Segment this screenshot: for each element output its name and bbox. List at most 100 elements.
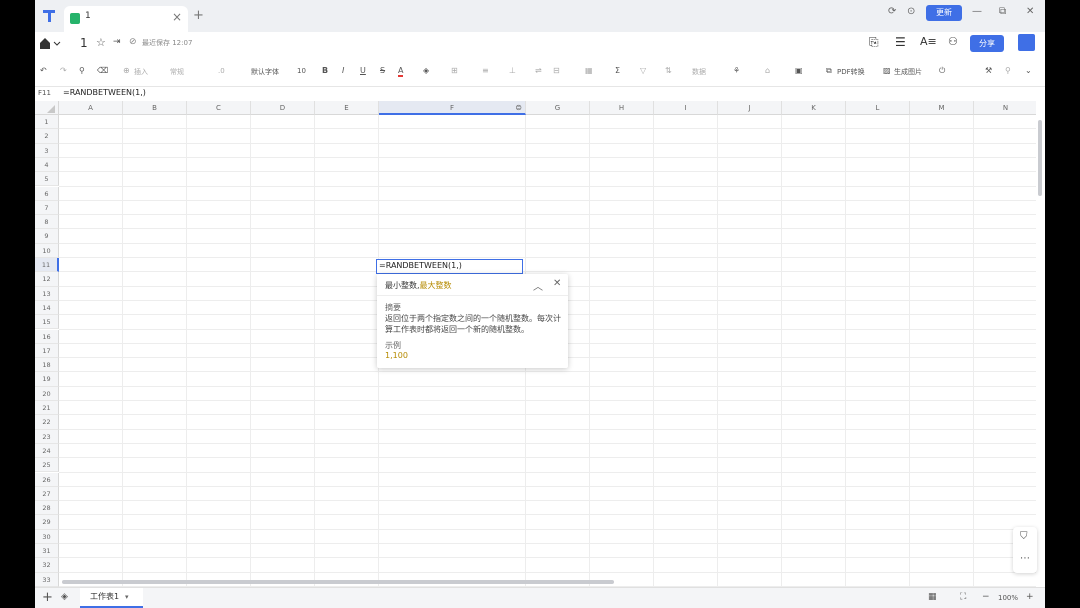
close-tooltip-icon[interactable]: ✕	[553, 278, 561, 289]
add-sheet-icon[interactable]: +	[42, 590, 53, 605]
row-header-3[interactable]: 3	[35, 143, 59, 158]
row-header-5[interactable]: 5	[35, 172, 59, 187]
column-header-h[interactable]: H	[590, 101, 654, 115]
column-header-d[interactable]: D	[251, 101, 315, 115]
merge-icon[interactable]: ⊟	[553, 66, 560, 75]
sheet-tab[interactable]: 工作表1 ▾	[80, 588, 143, 608]
freeze-icon[interactable]: ▣	[795, 66, 803, 75]
collapse-toolbar-icon[interactable]: ⌄	[1025, 66, 1032, 75]
column-header-e[interactable]: E	[315, 101, 379, 115]
underline-button[interactable]: U	[360, 66, 366, 75]
zoom-out-icon[interactable]: −	[982, 592, 990, 602]
column-header-j[interactable]: J	[718, 101, 782, 115]
row-header-30[interactable]: 30	[35, 529, 59, 544]
more-tools-icon[interactable]: ⏻	[939, 66, 945, 76]
italic-button[interactable]: I	[342, 66, 344, 75]
sum-icon[interactable]: Σ	[615, 66, 620, 75]
export-icon[interactable]: ⎘	[869, 35, 879, 50]
row-header-15[interactable]: 15	[35, 315, 59, 330]
row-header-19[interactable]: 19	[35, 372, 59, 387]
row-header-12[interactable]: 12	[35, 272, 59, 287]
redo-icon[interactable]: ↷	[60, 66, 67, 75]
view-mode-icon[interactable]: ▦	[928, 592, 937, 602]
vertical-scrollbar[interactable]	[1038, 120, 1042, 196]
row-header-18[interactable]: 18	[35, 358, 59, 373]
row-header-23[interactable]: 23	[35, 429, 59, 444]
row-header-10[interactable]: 10	[35, 243, 59, 258]
column-header-l[interactable]: L	[846, 101, 910, 115]
bold-button[interactable]: B	[322, 66, 328, 75]
star-icon[interactable]: ☆	[96, 36, 106, 49]
valign-icon[interactable]: ⊥	[509, 66, 516, 75]
column-header-b[interactable]: B	[123, 101, 187, 115]
protect-icon[interactable]: ⌂	[765, 66, 770, 75]
decimal-control[interactable]: .0	[218, 67, 225, 75]
fullscreen-icon[interactable]: ⛶	[960, 592, 966, 602]
add-collaborator-icon[interactable]: ⚇	[948, 35, 958, 48]
column-header-f[interactable]: F ⊜	[379, 101, 526, 115]
row-header-33[interactable]: 33	[35, 572, 59, 587]
row-header-28[interactable]: 28	[35, 501, 59, 516]
close-tab-icon[interactable]: ×	[172, 10, 182, 24]
strikethrough-button[interactable]: S	[380, 66, 385, 75]
search-icon[interactable]: ⚲	[1005, 66, 1011, 75]
column-header-k[interactable]: K	[782, 101, 846, 115]
data-menu[interactable]: 数据	[692, 67, 706, 77]
collapse-tooltip-icon[interactable]: ︿	[533, 278, 543, 293]
format-painter-icon[interactable]: ⚲	[79, 66, 85, 75]
home-icon[interactable]	[39, 37, 61, 51]
border-icon[interactable]: ⊞	[451, 66, 458, 75]
share-button[interactable]: 分享	[970, 35, 1004, 52]
cell-reference[interactable]: F11	[38, 89, 51, 97]
move-icon[interactable]: ⇥	[113, 37, 121, 47]
filter-icon[interactable]: ▽	[640, 66, 646, 75]
row-header-6[interactable]: 6	[35, 186, 59, 201]
clear-format-icon[interactable]: ⌫	[97, 66, 108, 75]
row-header-17[interactable]: 17	[35, 343, 59, 359]
document-tab[interactable]: 1 ×	[64, 6, 188, 32]
minimize-icon[interactable]: —	[972, 6, 982, 17]
row-header-9[interactable]: 9	[35, 229, 59, 244]
row-header-25[interactable]: 25	[35, 458, 59, 473]
font-size-select[interactable]: 10	[297, 67, 306, 75]
row-header-32[interactable]: 32	[35, 558, 59, 573]
new-tab-icon[interactable]: +	[193, 8, 204, 23]
number-format-select[interactable]: 常规	[170, 67, 184, 77]
row-header-26[interactable]: 26	[35, 472, 59, 487]
row-header-20[interactable]: 20	[35, 386, 59, 401]
row-header-1[interactable]: 1	[35, 115, 59, 130]
sheet-list-icon[interactable]: ◈	[61, 592, 68, 602]
shirt-icon[interactable]: ⛉	[1020, 531, 1028, 542]
insert-icon[interactable]: ⊕	[123, 66, 130, 75]
row-header-29[interactable]: 29	[35, 515, 59, 530]
column-header-a[interactable]: A	[59, 101, 123, 115]
row-header-4[interactable]: 4	[35, 157, 59, 173]
image-icon[interactable]: ▨	[883, 66, 891, 75]
row-header-13[interactable]: 13	[35, 286, 59, 301]
restore-icon[interactable]: ⧉	[999, 6, 1006, 17]
update-button[interactable]: 更新	[926, 5, 962, 21]
sync-icon[interactable]: ⟳	[888, 6, 896, 17]
undo-icon[interactable]: ↶	[40, 66, 47, 75]
sort-icon[interactable]: ⇅	[665, 66, 672, 75]
row-header-8[interactable]: 8	[35, 215, 59, 230]
column-filter-icon[interactable]: ⊜	[515, 101, 522, 115]
fill-color-icon[interactable]: ◈	[423, 66, 429, 75]
font-icon[interactable]: A≡	[920, 35, 937, 48]
select-all-corner[interactable]	[35, 101, 59, 115]
column-header-i[interactable]: I	[654, 101, 718, 115]
column-header-g[interactable]: G	[526, 101, 590, 115]
insert-menu[interactable]: 插入	[134, 67, 148, 77]
table-icon[interactable]: ▦	[585, 66, 593, 75]
wrap-icon[interactable]: ⇌	[535, 66, 542, 75]
zoom-level[interactable]: 100%	[998, 594, 1018, 602]
row-header-7[interactable]: 7	[35, 200, 59, 216]
pdf-convert-button[interactable]: PDF转换	[837, 67, 865, 77]
formula-input[interactable]: =RANDBETWEEN(1,)	[63, 88, 146, 97]
generate-image-button[interactable]: 生成图片	[894, 67, 922, 77]
align-icon[interactable]: ≡	[482, 66, 489, 75]
column-header-c[interactable]: C	[187, 101, 251, 115]
brush-icon[interactable]: ⚒	[985, 66, 992, 75]
font-family-select[interactable]: 默认字体	[251, 67, 279, 77]
sheet-tab-menu-icon[interactable]: ▾	[125, 588, 129, 606]
